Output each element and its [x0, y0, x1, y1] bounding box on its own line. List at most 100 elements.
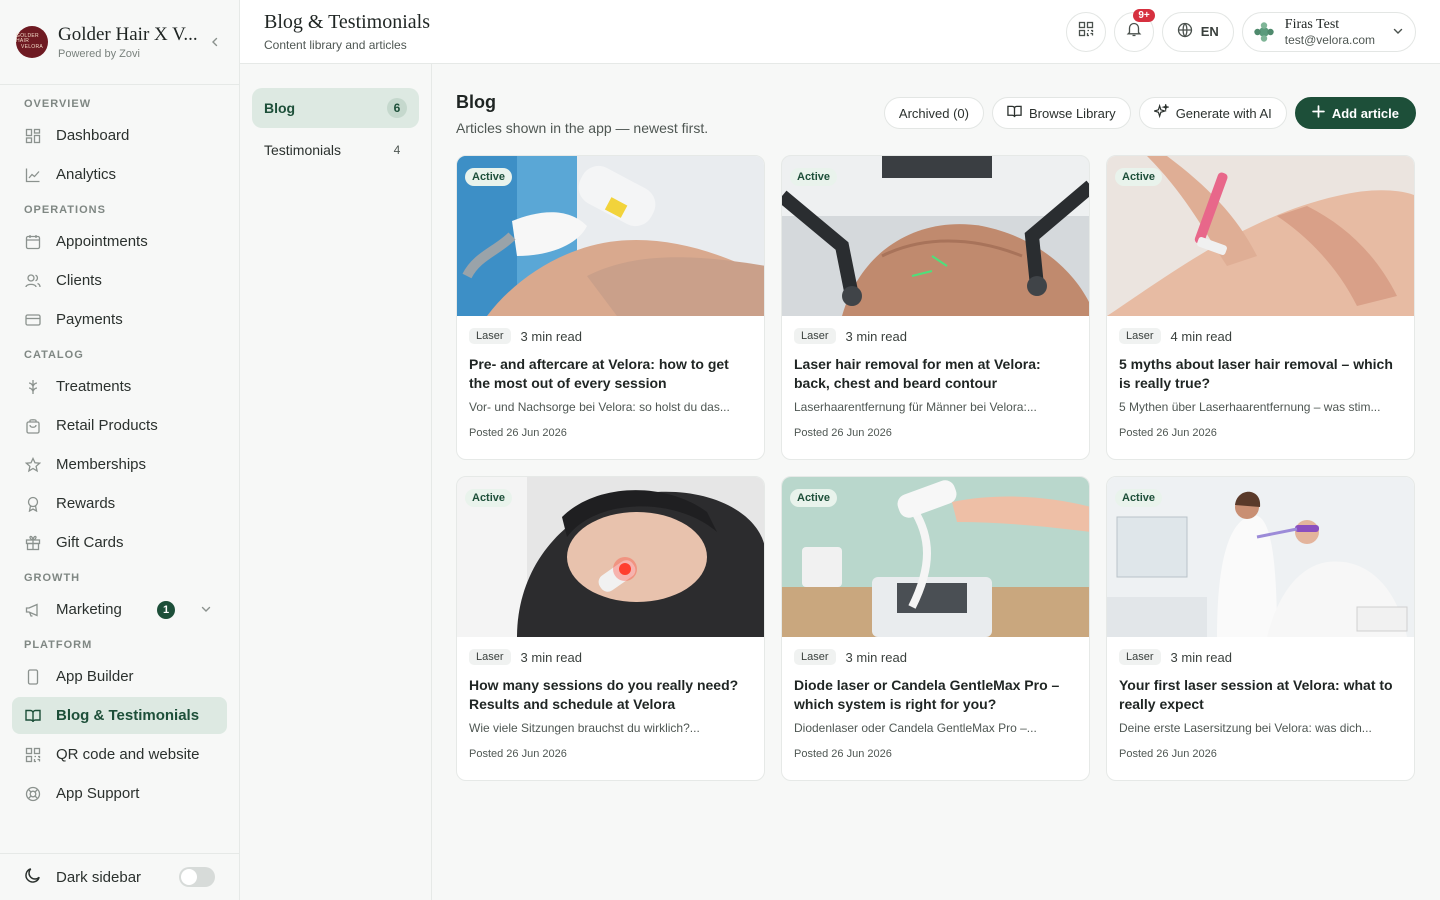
top-header: Blog & Testimonials Content library and … [240, 0, 1440, 64]
archived-button[interactable]: Archived (0) [883, 97, 984, 129]
language-selector[interactable]: EN [1161, 11, 1234, 52]
article-date: Posted 26 Jun 2026 [469, 748, 567, 760]
article-card[interactable]: Active Laser 3 min read Diode laser or C… [781, 476, 1090, 781]
article-title: Pre- and aftercare at Velora: how to get… [469, 356, 729, 391]
category-tag: Laser [469, 328, 511, 344]
content-subnav: Blog 6 Testimonials 4 [240, 64, 432, 900]
sidebar-item-gift-cards[interactable]: Gift Cards [12, 524, 227, 561]
article-card[interactable]: Active Laser 3 min read Your first laser… [1106, 476, 1415, 781]
sidebar-item-blog-testimonials[interactable]: Blog & Testimonials [12, 697, 227, 734]
sidebar-item-appointments[interactable]: Appointments [12, 223, 227, 260]
article-excerpt: Deine erste Lasersitzung bei Velora: was… [1119, 721, 1372, 735]
category-tag: Laser [469, 649, 511, 665]
read-time: 3 min read [520, 328, 582, 344]
sidebar-item-dashboard[interactable]: Dashboard [12, 117, 227, 154]
collapse-sidebar-icon[interactable] [207, 34, 223, 50]
article-image: Active [457, 156, 764, 316]
sidebar-item-analytics[interactable]: Analytics [12, 156, 227, 193]
page-title: Blog & Testimonials [264, 11, 431, 33]
sidebar-item-app-builder[interactable]: App Builder [12, 658, 227, 695]
book-open-icon [24, 707, 42, 725]
sidebar: GOLDER HAIR VELORA Golder Hair X V... Po… [0, 0, 240, 900]
article-excerpt: 5 Mythen über Laserhaarentfernung – was … [1119, 400, 1381, 414]
article-card[interactable]: Active Laser 3 min read Pre- and afterca… [456, 155, 765, 460]
brand-header: GOLDER HAIR VELORA Golder Hair X V... Po… [0, 0, 239, 85]
notifications-button[interactable]: 9+ [1113, 8, 1155, 52]
sidebar-item-label: Marketing [56, 601, 122, 618]
section-operations: OPERATIONS [24, 204, 106, 216]
sidebar-nav: OVERVIEW Dashboard Analytics OPERATIONS … [0, 85, 239, 812]
sidebar-item-payments[interactable]: Payments [12, 301, 227, 338]
marketing-badge: 1 [157, 600, 175, 619]
article-card[interactable]: Active Laser 4 min read 5 myths about la… [1106, 155, 1415, 460]
article-image: Active [457, 477, 764, 637]
sidebar-item-app-support[interactable]: App Support [12, 775, 227, 812]
add-article-label: Add article [1331, 105, 1399, 121]
chart-line-icon [24, 166, 42, 184]
add-article-button[interactable]: Add article [1294, 97, 1416, 129]
book-open-icon [1007, 104, 1022, 122]
page-subtitle: Content library and articles [264, 38, 407, 52]
generate-ai-button[interactable]: Generate with AI [1138, 97, 1287, 129]
notifications-count: 9+ [1133, 8, 1155, 22]
article-date: Posted 26 Jun 2026 [1119, 748, 1217, 760]
chevron-down-icon[interactable] [201, 601, 215, 618]
sidebar-item-marketing[interactable]: Marketing 1 [12, 591, 227, 628]
article-card[interactable]: Active Laser 3 min read Laser hair remov… [781, 155, 1090, 460]
article-date: Posted 26 Jun 2026 [794, 427, 892, 439]
sidebar-item-clients[interactable]: Clients [12, 262, 227, 299]
user-name: Firas Test [1284, 16, 1340, 32]
article-excerpt: Laserhaarentfernung für Männer bei Velor… [794, 400, 1037, 414]
sidebar-item-label: Analytics [56, 166, 117, 183]
article-date: Posted 26 Jun 2026 [469, 427, 567, 439]
sidebar-item-label: Rewards [56, 495, 116, 512]
read-time: 4 min read [1170, 328, 1232, 344]
subnav-item-testimonials[interactable]: Testimonials 4 [252, 130, 419, 170]
sidebar-item-rewards[interactable]: Rewards [12, 485, 227, 522]
status-badge: Active [465, 489, 513, 507]
sidebar-item-qr-code[interactable]: QR code and website [12, 736, 227, 773]
bell-icon [1126, 21, 1142, 42]
sidebar-item-memberships[interactable]: Memberships [12, 446, 227, 483]
dark-sidebar-toggle[interactable] [179, 867, 215, 887]
sidebar-item-label: Gift Cards [56, 534, 124, 551]
sidebar-item-label: Retail Products [56, 417, 158, 434]
subnav-label: Blog [264, 100, 296, 116]
megaphone-icon [24, 601, 42, 619]
moon-icon [24, 866, 42, 888]
qr-code-icon [24, 746, 42, 764]
sidebar-item-retail-products[interactable]: Retail Products [12, 407, 227, 444]
qr-code-button[interactable] [1065, 11, 1106, 52]
category-tag: Laser [1119, 649, 1161, 665]
read-time: 3 min read [520, 649, 582, 665]
article-title: 5 myths about laser hair removal – which… [1119, 356, 1393, 391]
status-badge: Active [790, 168, 838, 186]
brand-logo: GOLDER HAIR VELORA [16, 26, 48, 58]
section-title: Blog [456, 92, 496, 112]
section-growth: GROWTH [24, 572, 81, 584]
dashboard-icon [24, 127, 42, 145]
article-title: Laser hair removal for men at Velora: ba… [794, 356, 1041, 391]
user-email: test@velora.com [1284, 32, 1375, 47]
section-catalog: CATALOG [24, 349, 84, 361]
star-icon [24, 456, 42, 474]
category-tag: Laser [1119, 328, 1161, 344]
subnav-item-blog[interactable]: Blog 6 [252, 88, 419, 128]
sidebar-item-treatments[interactable]: Treatments [12, 368, 227, 405]
sidebar-item-label: Dashboard [56, 127, 130, 144]
browse-library-button[interactable]: Browse Library [991, 97, 1131, 129]
browse-library-label: Browse Library [1028, 105, 1116, 121]
brand-name: Golder Hair X V... [58, 24, 198, 45]
article-image: Active [1107, 156, 1414, 316]
category-tag: Laser [794, 328, 836, 344]
sidebar-item-label: App Support [56, 785, 140, 802]
article-image: Active [1107, 477, 1414, 637]
user-menu[interactable]: Firas Test test@velora.com [1241, 11, 1416, 52]
gift-icon [24, 534, 42, 552]
shopping-bag-icon [24, 417, 42, 435]
dark-sidebar-row: Dark sidebar [0, 853, 239, 900]
section-platform: PLATFORM [24, 639, 93, 651]
article-card[interactable]: Active Laser 3 min read How many session… [456, 476, 765, 781]
plus-icon [1312, 105, 1325, 121]
archived-label: Archived (0) [898, 105, 969, 121]
